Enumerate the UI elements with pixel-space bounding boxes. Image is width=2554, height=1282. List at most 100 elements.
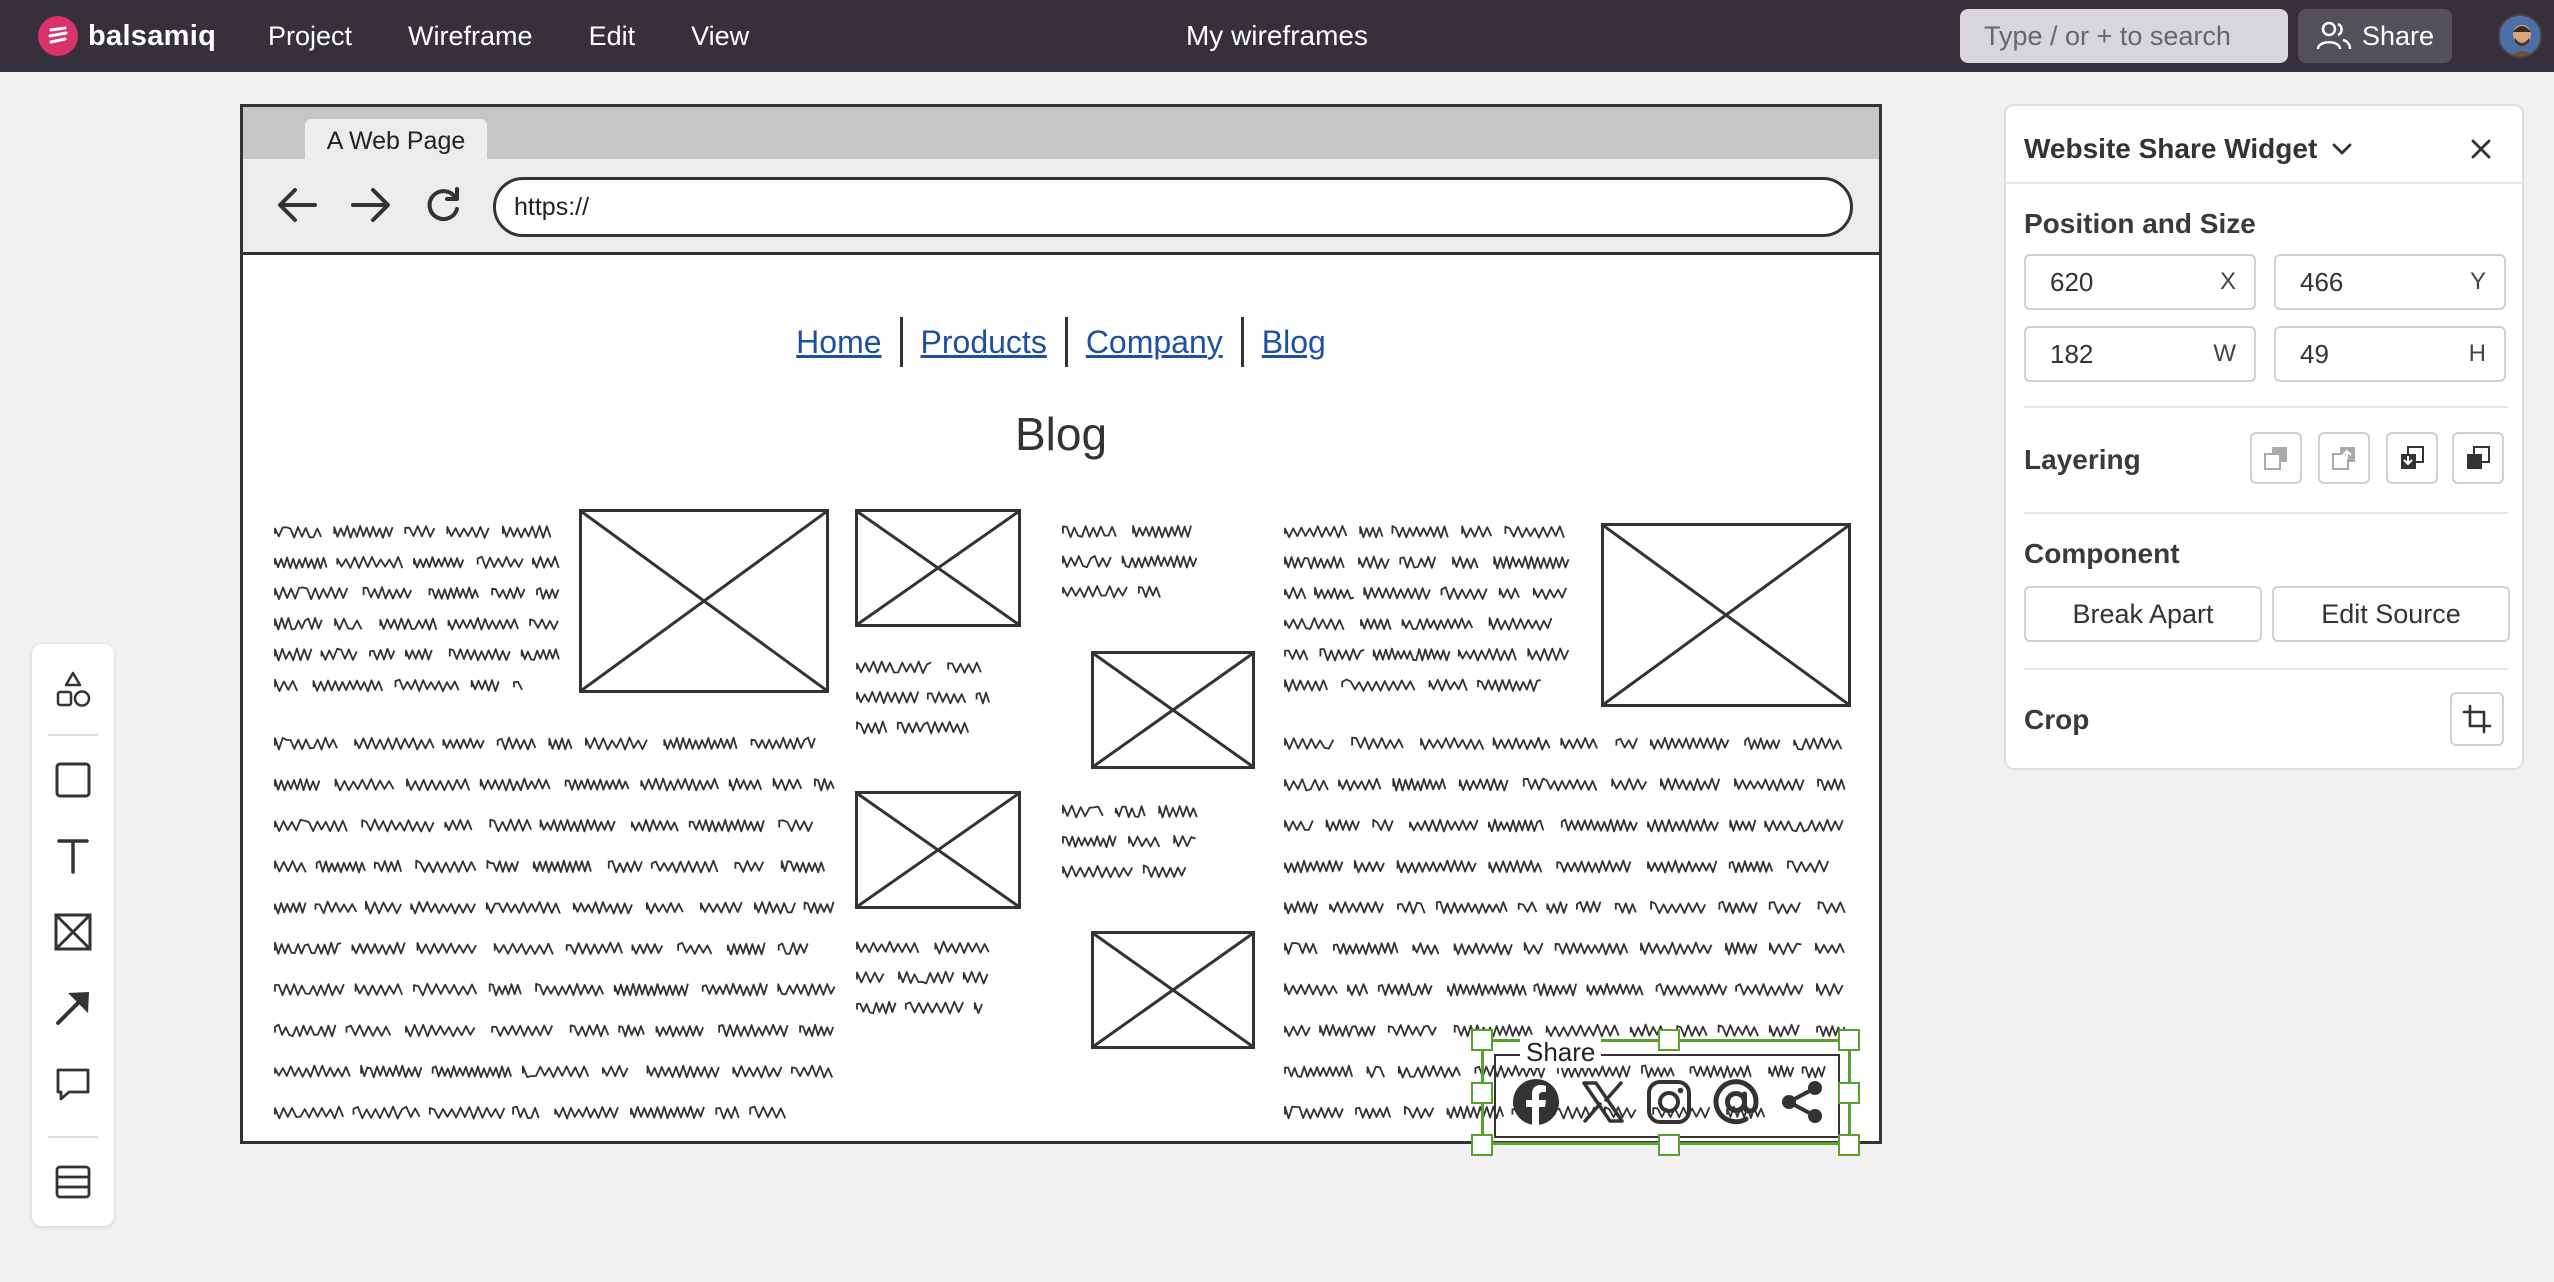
scribble-word — [630, 1105, 705, 1120]
back-arrow-icon[interactable] — [273, 181, 321, 229]
search-input[interactable] — [1960, 9, 2288, 63]
logo[interactable]: balsamiq — [38, 16, 216, 56]
send-backward-icon[interactable] — [2318, 432, 2370, 484]
image-placeholder[interactable] — [855, 791, 1021, 909]
nav-link-products[interactable]: Products — [903, 324, 1065, 361]
scribble-word — [726, 942, 766, 956]
resize-handle[interactable] — [1471, 1134, 1493, 1156]
menu-project[interactable]: Project — [240, 21, 380, 52]
bring-forward-icon[interactable] — [2386, 432, 2438, 484]
send-to-back-icon[interactable] — [2250, 432, 2302, 484]
image-placeholder[interactable] — [855, 509, 1021, 627]
height-field[interactable]: 49 H — [2274, 326, 2506, 382]
url-bar[interactable]: https:// — [493, 177, 1853, 237]
rectangle-icon[interactable] — [47, 754, 99, 806]
panel-title[interactable]: Website Share Widget — [2024, 133, 2317, 165]
scribble-word — [1457, 648, 1517, 662]
share-button[interactable]: Share — [2298, 9, 2452, 63]
image-placeholder[interactable] — [1091, 651, 1255, 769]
browser-tab[interactable]: A Web Page — [305, 119, 487, 161]
x-icon[interactable] — [1577, 1076, 1629, 1128]
menu-edit[interactable]: Edit — [561, 21, 664, 52]
scribble-word — [488, 983, 522, 997]
scribble-word — [410, 901, 476, 915]
scribble-word — [274, 1105, 345, 1120]
x-position-field[interactable]: 620 X — [2024, 254, 2256, 310]
resize-handle[interactable] — [1838, 1029, 1860, 1051]
scribble-text-block[interactable] — [1061, 517, 1201, 607]
scribble-word — [1338, 777, 1382, 792]
nav-link-home[interactable]: Home — [778, 324, 899, 361]
scribble-word — [1284, 983, 1338, 997]
image-placeholder[interactable] — [1091, 931, 1255, 1049]
instagram-icon[interactable] — [1643, 1076, 1695, 1128]
wireframe-heading[interactable]: Blog — [243, 407, 1879, 461]
image-placeholder[interactable] — [579, 509, 829, 693]
arrow-icon[interactable] — [47, 982, 99, 1034]
resize-handle[interactable] — [1838, 1082, 1860, 1104]
reload-icon[interactable] — [419, 181, 467, 229]
scribble-text-block[interactable] — [855, 933, 995, 1023]
chevron-down-icon[interactable] — [2331, 142, 2353, 161]
scribble-word — [1655, 983, 1728, 997]
break-apart-button[interactable]: Break Apart — [2024, 586, 2262, 642]
x-position-unit: X — [2219, 268, 2236, 295]
panel-divider — [2024, 668, 2508, 670]
scribble-word — [1138, 585, 1161, 598]
bring-to-front-icon[interactable] — [2452, 432, 2504, 484]
text-icon[interactable] — [47, 830, 99, 882]
scribble-word — [274, 647, 313, 662]
nav-link-blog[interactable]: Blog — [1244, 324, 1344, 361]
resize-handle[interactable] — [1471, 1029, 1493, 1051]
scribble-word — [406, 778, 471, 792]
scribble-word — [1284, 648, 1309, 661]
scribble-word — [448, 648, 511, 662]
scribble-word — [274, 819, 348, 833]
scribble-word — [428, 586, 480, 600]
scribble-word — [489, 818, 532, 833]
scribble-word — [1504, 525, 1565, 539]
scribble-word — [512, 1105, 540, 1119]
scribble-word — [1532, 587, 1568, 600]
resize-handle[interactable] — [1658, 1029, 1680, 1051]
scribble-text-block[interactable] — [273, 517, 563, 701]
layers-icon[interactable] — [47, 1156, 99, 1208]
scribble-text-block[interactable] — [1061, 797, 1201, 887]
menu-view[interactable]: View — [663, 21, 777, 52]
forward-arrow-icon[interactable] — [347, 181, 395, 229]
edit-source-button[interactable]: Edit Source — [2272, 586, 2510, 642]
scribble-word — [413, 556, 465, 569]
close-icon[interactable] — [2466, 134, 2496, 164]
scribble-word — [778, 819, 814, 832]
avatar[interactable] — [2498, 14, 2542, 58]
scribble-word — [491, 586, 526, 600]
width-field[interactable]: 182 W — [2024, 326, 2256, 382]
scribble-text-block[interactable] — [1283, 517, 1573, 701]
resize-handle[interactable] — [1658, 1134, 1680, 1156]
crop-icon[interactable] — [2450, 692, 2504, 746]
shapes-icon[interactable] — [47, 664, 99, 716]
scribble-word — [1428, 678, 1468, 692]
comment-icon[interactable] — [47, 1058, 99, 1110]
scribble-word — [646, 902, 684, 915]
share-icon[interactable] — [1776, 1076, 1828, 1128]
scribble-word — [1560, 818, 1638, 833]
image-placeholder-icon[interactable] — [47, 906, 99, 958]
scribble-word — [1615, 737, 1638, 750]
website-share-widget[interactable]: Share — [1471, 1029, 1860, 1156]
resize-handle[interactable] — [1838, 1134, 1860, 1156]
scribble-word — [898, 970, 955, 985]
scribble-word — [274, 1023, 337, 1038]
image-placeholder[interactable] — [1601, 523, 1851, 707]
at-icon[interactable] — [1710, 1076, 1762, 1128]
facebook-icon[interactable] — [1510, 1076, 1562, 1128]
wireframe-browser-window[interactable]: A Web Page https:// Home Products Compan… — [240, 104, 1882, 1156]
nav-link-company[interactable]: Company — [1068, 324, 1241, 361]
scribble-text-block[interactable] — [273, 723, 839, 1133]
resize-handle[interactable] — [1471, 1082, 1493, 1104]
menu-wireframe[interactable]: Wireframe — [380, 21, 561, 52]
panel-divider — [2024, 406, 2508, 408]
scribble-word — [734, 860, 765, 873]
scribble-text-block[interactable] — [855, 653, 995, 743]
y-position-field[interactable]: 466 Y — [2274, 254, 2506, 310]
